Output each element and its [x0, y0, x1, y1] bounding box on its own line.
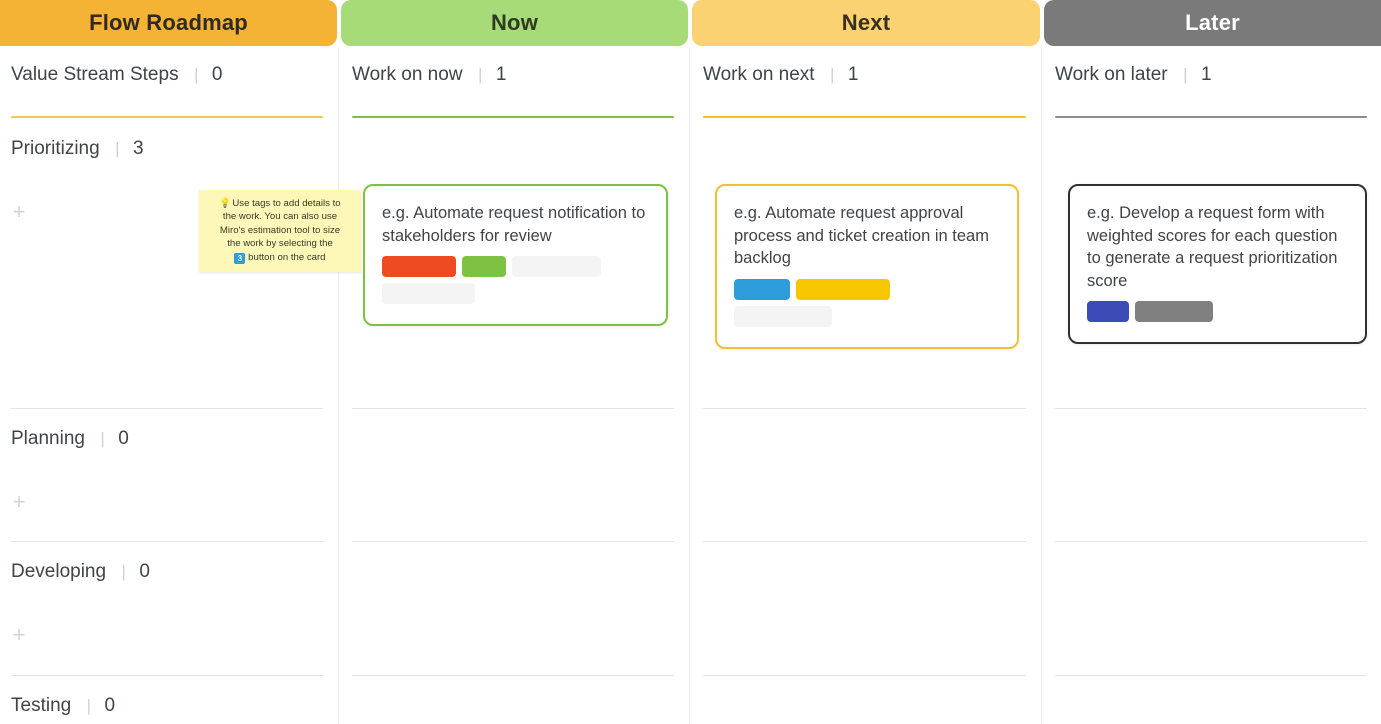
- swimlane-planning: Planning | 0: [11, 428, 323, 450]
- card-tag-row[interactable]: [382, 256, 649, 277]
- column-divider: [338, 48, 339, 724]
- sticky-line-2: the work. You can also use: [222, 211, 338, 223]
- add-card-button[interactable]: +: [10, 201, 28, 223]
- row-divider: [1055, 541, 1367, 542]
- row-divider: [11, 541, 323, 542]
- swimlane-count: 3: [133, 138, 144, 159]
- row-divider: [11, 675, 323, 676]
- swimlane-testing: Testing | 0: [11, 695, 323, 717]
- column-header-later[interactable]: Later: [1044, 0, 1381, 46]
- card-tag[interactable]: [1135, 301, 1213, 322]
- column-subheader-next: Work on next | 1: [703, 64, 1026, 118]
- column-next: Next Work on next | 1 e.g. Automate requ…: [692, 0, 1040, 724]
- subheader-count: 1: [1200, 64, 1212, 85]
- subheader-rule: [11, 116, 323, 118]
- subheader-title: Work on later: [1055, 64, 1168, 85]
- column-header-next[interactable]: Next: [692, 0, 1040, 46]
- row-divider: [1055, 675, 1367, 676]
- column-divider: [689, 48, 690, 724]
- swimlane-separator: |: [86, 696, 92, 715]
- column-header-flow-roadmap[interactable]: Flow Roadmap: [0, 0, 337, 46]
- swimlane-separator: |: [115, 139, 120, 158]
- swimlane-label: Developing: [11, 561, 107, 582]
- tip-sticky-note[interactable]: 💡Use tags to add details to the work. Yo…: [199, 190, 361, 273]
- roadmap-card-next[interactable]: e.g. Automate request approval process a…: [715, 184, 1019, 349]
- sticky-line-3: Miro's estimation tool to size: [219, 224, 341, 236]
- subheader-count: 1: [495, 64, 507, 85]
- add-card-button[interactable]: +: [10, 624, 28, 646]
- estimation-badge-icon: 3: [234, 252, 246, 264]
- card-tag[interactable]: [1087, 301, 1129, 322]
- row-divider: [352, 675, 674, 676]
- card-tag[interactable]: [462, 256, 506, 277]
- column-flow-roadmap: Flow Roadmap Value Stream Steps | 0 Prio…: [0, 0, 337, 724]
- subheader-separator: |: [477, 65, 483, 84]
- card-tag-row[interactable]: [382, 283, 649, 304]
- lightbulb-icon: 💡: [219, 198, 232, 209]
- card-text: e.g. Automate request approval process a…: [734, 204, 989, 267]
- row-divider: [703, 675, 1026, 676]
- swimlane-label: Prioritizing: [11, 138, 100, 159]
- subheader-title: Work on next: [703, 64, 815, 85]
- swimlane-prioritizing: Prioritizing | 3: [11, 138, 323, 160]
- add-card-button[interactable]: +: [10, 491, 28, 513]
- row-divider: [703, 541, 1026, 542]
- subheader-rule: [1055, 116, 1367, 118]
- column-subheader-now: Work on now | 1: [352, 64, 674, 118]
- flow-roadmap-board: Flow Roadmap Value Stream Steps | 0 Prio…: [0, 0, 1381, 724]
- subheader-separator: |: [1183, 65, 1188, 84]
- card-text: e.g. Automate request notification to st…: [382, 204, 646, 245]
- row-divider: [703, 408, 1026, 409]
- sticky-line-4: the work by selecting the: [227, 238, 333, 250]
- row-divider: [1055, 408, 1367, 409]
- row-divider: [352, 541, 674, 542]
- column-subheader-later: Work on later | 1: [1055, 64, 1367, 118]
- row-divider: [11, 408, 323, 409]
- roadmap-card-later[interactable]: e.g. Develop a request form with weighte…: [1068, 184, 1367, 344]
- swimlane-count: 0: [104, 695, 116, 716]
- swimlane-label: Testing: [11, 695, 72, 716]
- swimlane-count: 0: [139, 561, 150, 582]
- swimlane-label: Planning: [11, 428, 85, 449]
- sticky-line-5: button on the card: [248, 251, 326, 263]
- column-subheader-flow-roadmap: Value Stream Steps | 0: [11, 64, 323, 118]
- subheader-separator: |: [830, 65, 835, 84]
- subheader-title: Work on now: [352, 64, 463, 85]
- column-now: Now Work on now | 1 e.g. Automate reques…: [341, 0, 718, 724]
- subheader-count: 1: [847, 64, 859, 85]
- card-tag-row[interactable]: [1087, 301, 1348, 322]
- column-later: Later Work on later | 1 e.g. Develop a r…: [1044, 0, 1381, 724]
- card-tag-row[interactable]: [734, 278, 1000, 300]
- card-tag-row[interactable]: [734, 305, 1000, 327]
- column-divider: [1041, 48, 1042, 724]
- subheader-separator: |: [194, 65, 199, 84]
- sticky-line-1: Use tags to add details to: [232, 198, 341, 209]
- card-tag[interactable]: [734, 278, 790, 300]
- swimlane-developing: Developing | 0: [11, 561, 323, 583]
- card-tag[interactable]: [382, 256, 456, 277]
- card-text: e.g. Develop a request form with weighte…: [1087, 204, 1338, 290]
- card-tag[interactable]: [796, 278, 890, 300]
- swimlane-separator: |: [100, 429, 105, 448]
- row-divider: [352, 408, 674, 409]
- subheader-title: Value Stream Steps: [11, 64, 179, 85]
- card-tag[interactable]: [512, 256, 601, 277]
- swimlane-count: 0: [118, 428, 129, 449]
- card-tag[interactable]: [382, 283, 475, 304]
- swimlane-separator: |: [121, 562, 126, 581]
- subheader-count: 0: [211, 64, 223, 85]
- card-tag[interactable]: [734, 305, 832, 327]
- column-header-now[interactable]: Now: [341, 0, 688, 46]
- subheader-rule: [352, 116, 674, 118]
- roadmap-card-now[interactable]: e.g. Automate request notification to st…: [363, 184, 668, 326]
- subheader-rule: [703, 116, 1026, 118]
